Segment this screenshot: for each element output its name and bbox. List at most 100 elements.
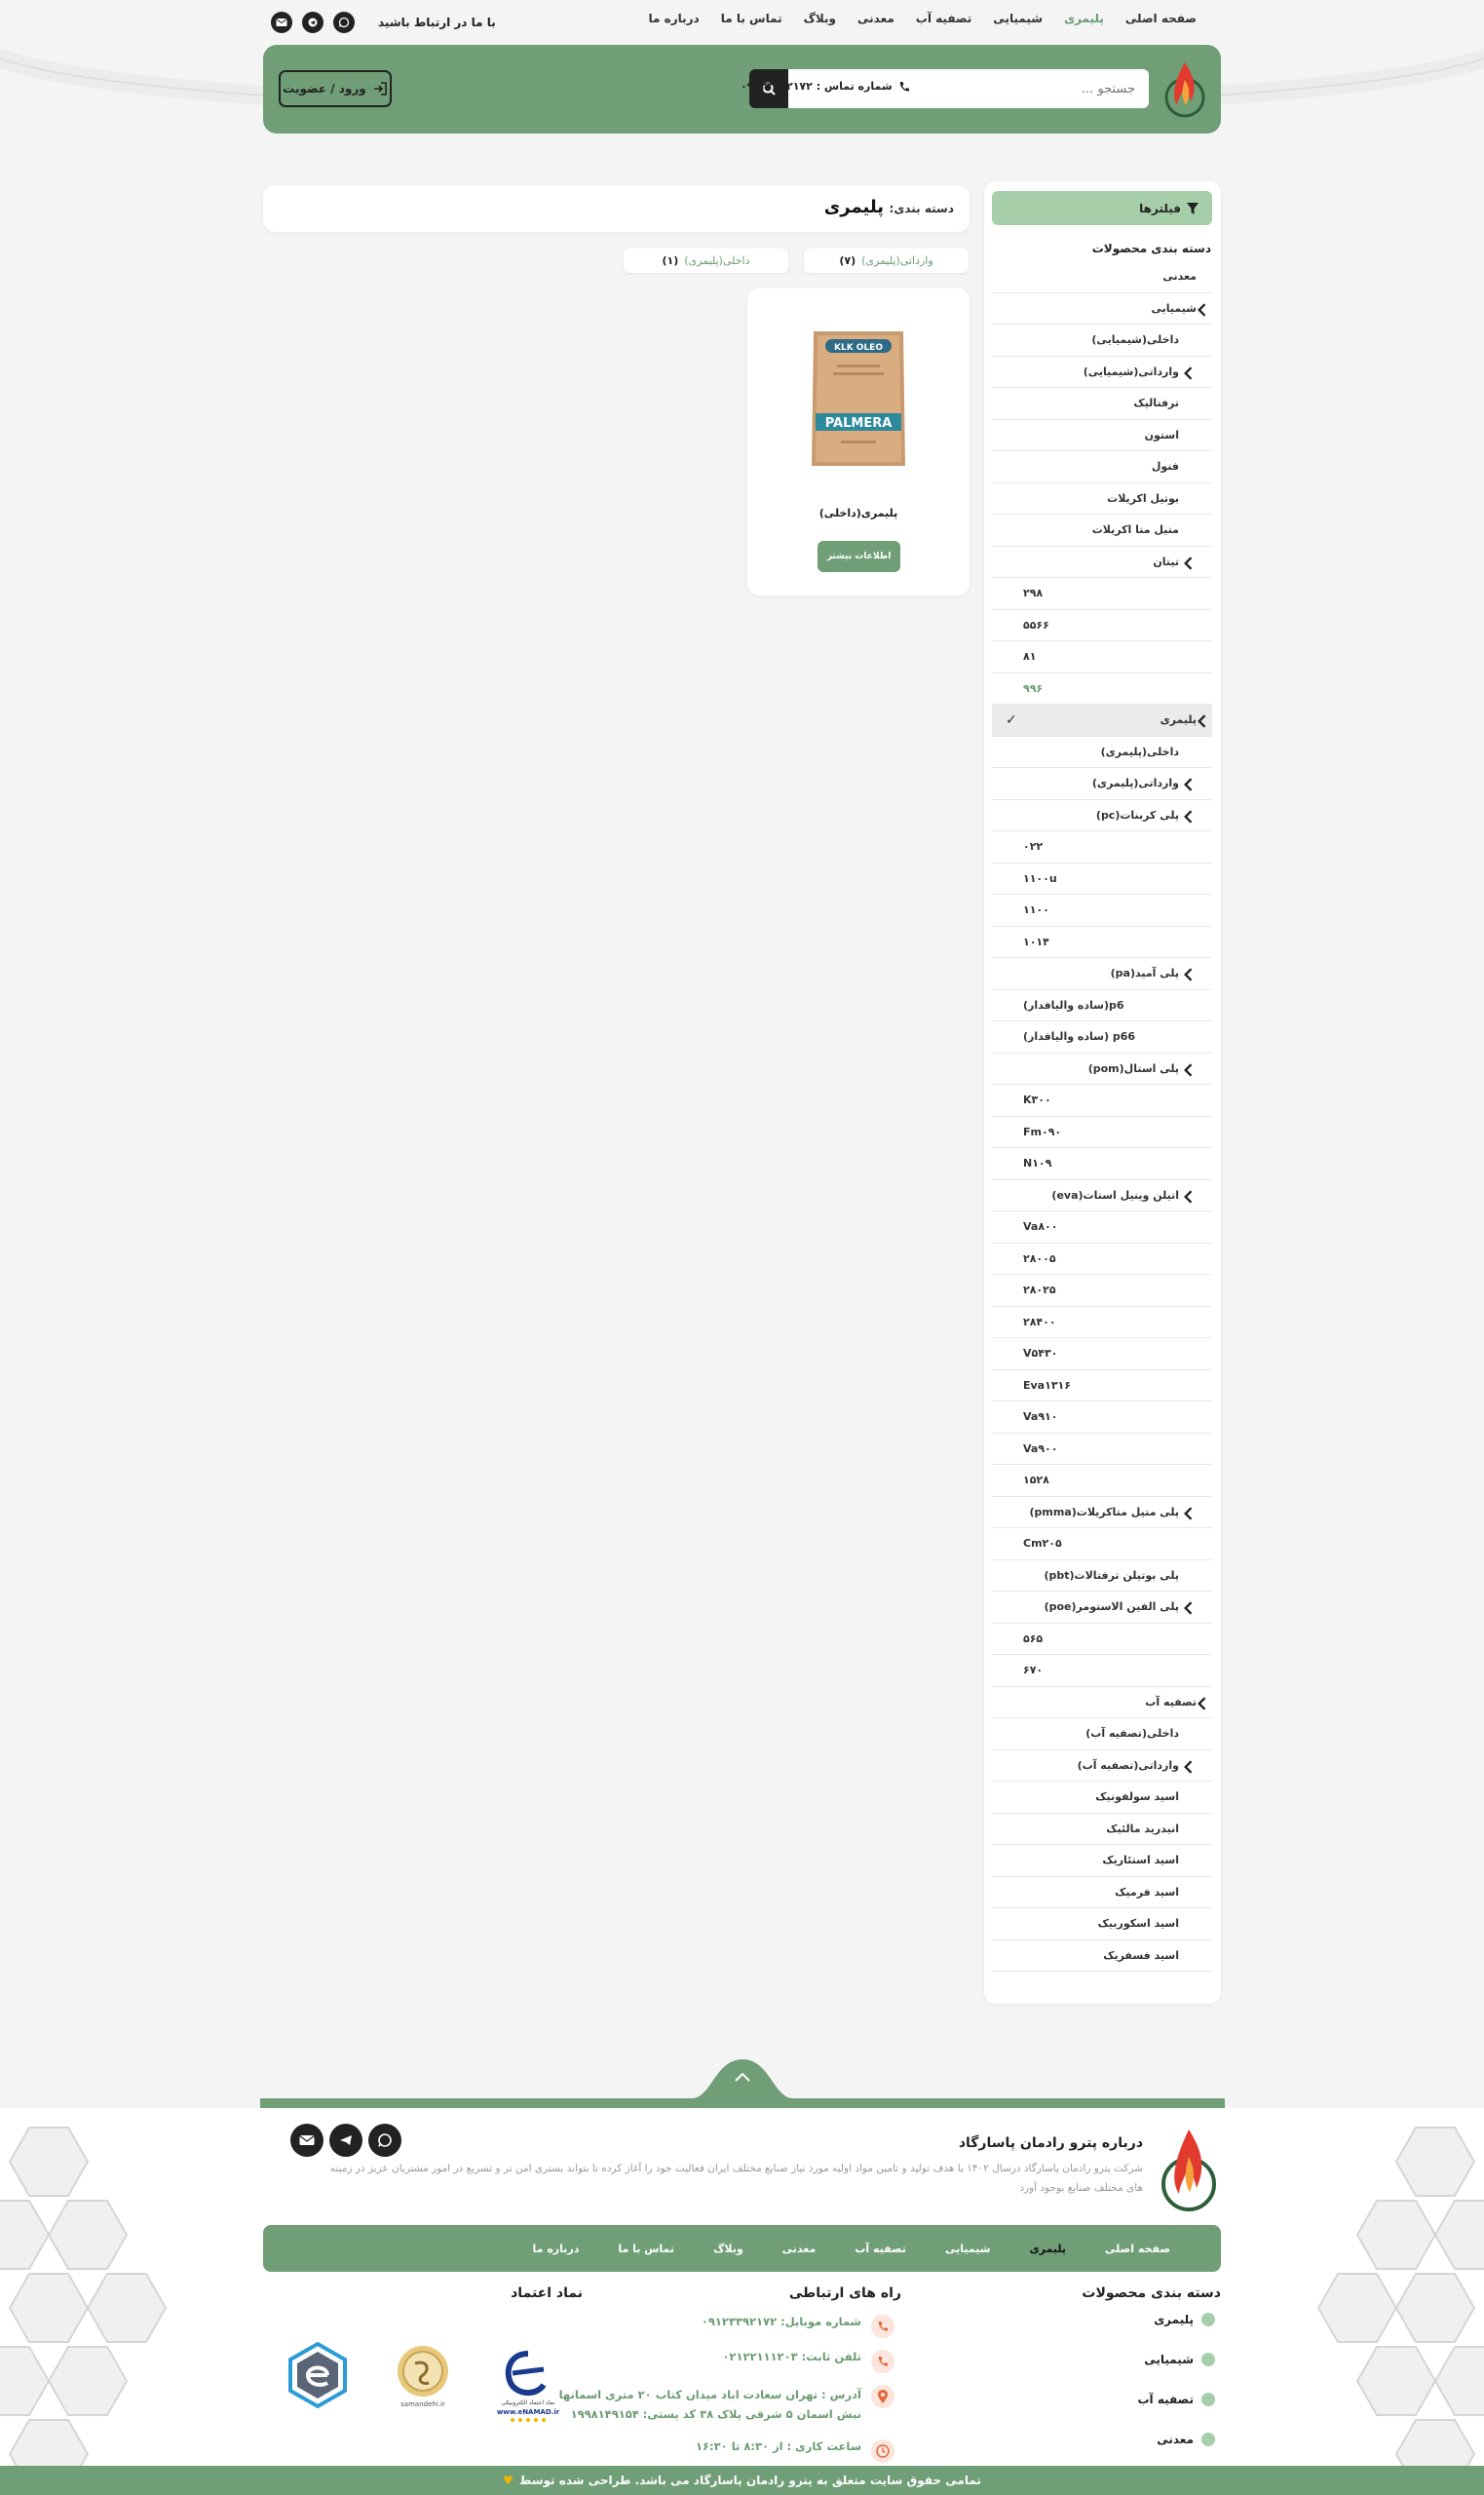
- category-item[interactable]: ۱۰۱۴: [992, 927, 1212, 958]
- footer-landline[interactable]: تلفن ثابت: ۰۲۱۲۲۱۱۱۲۰۳: [722, 2350, 894, 2373]
- footer-cat-water[interactable]: تصفیه آب: [1138, 2393, 1215, 2406]
- category-item[interactable]: Cm۲۰۵: [992, 1528, 1212, 1560]
- login-button[interactable]: ورود / عضویت: [279, 70, 392, 107]
- whatsapp-icon[interactable]: [368, 2124, 401, 2157]
- category-item[interactable]: K۳۰۰: [992, 1085, 1212, 1117]
- chevron-icon[interactable]: [1183, 1759, 1193, 1774]
- category-item[interactable]: Fm۰۹۰: [992, 1117, 1212, 1148]
- chevron-icon[interactable]: [1183, 365, 1193, 380]
- more-info-button[interactable]: اطلاعات بیشتر: [818, 541, 900, 572]
- chevron-icon[interactable]: [1183, 1062, 1193, 1077]
- subtab-imported-polymer[interactable]: وارداتی(پلیمری) (۷): [804, 249, 969, 273]
- nav-polymer[interactable]: پلیمری: [1064, 12, 1104, 25]
- category-item[interactable]: ۲۸۰۰۵: [992, 1244, 1212, 1275]
- chevron-icon[interactable]: [1183, 1601, 1193, 1615]
- telegram-icon[interactable]: [302, 12, 323, 33]
- category-item[interactable]: پلی بوتیلن ترفتالات(pbt): [992, 1560, 1212, 1592]
- category-item[interactable]: ۱۱۰۰: [992, 895, 1212, 927]
- nav-chemical[interactable]: شیمیایی: [993, 12, 1043, 25]
- category-item[interactable]: تصفیه آب: [992, 1687, 1212, 1718]
- category-item[interactable]: Va۹۰۰: [992, 1434, 1212, 1465]
- footer-nav-contact[interactable]: تماس با ما: [618, 2243, 674, 2255]
- chevron-icon[interactable]: [1183, 778, 1193, 791]
- category-item[interactable]: ۶۷۰: [992, 1655, 1212, 1687]
- category-item[interactable]: Va۸۰۰: [992, 1211, 1212, 1244]
- category-item[interactable]: اسید فسفریک: [992, 1940, 1212, 1972]
- product-card[interactable]: KLK OLEO PALMERA پلیمری(داخلی) اطلاعات ب…: [747, 288, 970, 595]
- footer-nav-water[interactable]: تصفیه آب: [855, 2243, 906, 2255]
- chevron-icon[interactable]: [1197, 302, 1206, 317]
- category-item[interactable]: ۸۱: [992, 641, 1212, 673]
- product-title[interactable]: پلیمری(داخلی): [747, 507, 970, 519]
- chevron-icon[interactable]: [1197, 714, 1206, 728]
- category-item[interactable]: شیمیایی: [992, 293, 1212, 325]
- e-trust-badge[interactable]: [283, 2340, 353, 2424]
- footer-nav-home[interactable]: صفحه اصلی: [1105, 2243, 1170, 2255]
- category-item[interactable]: ۲۹۸: [992, 578, 1212, 610]
- category-item[interactable]: ۱۱۰۰u: [992, 864, 1212, 895]
- category-item[interactable]: اتیلن وینیل استات(eva): [992, 1180, 1212, 1211]
- product-image[interactable]: KLK OLEO PALMERA: [808, 326, 909, 472]
- category-item[interactable]: اسید سولفونیک: [992, 1782, 1212, 1814]
- category-item[interactable]: V۵۴۳۰: [992, 1338, 1212, 1370]
- enamad-badge[interactable]: نماد اعتماد الکترونیکی www.eNAMAD.ir: [493, 2340, 563, 2424]
- category-item[interactable]: Eva۱۳۱۶: [992, 1370, 1212, 1401]
- footer-nav-mineral[interactable]: معدنی: [782, 2243, 817, 2255]
- footer-mobile[interactable]: شماره موبایل: ۰۹۱۲۳۳۹۲۱۷۲: [702, 2315, 894, 2338]
- footer-nav-about[interactable]: درباره ما: [533, 2243, 580, 2255]
- chevron-icon[interactable]: [1183, 1506, 1193, 1520]
- category-item[interactable]: وارداتی(تصفیه آب): [992, 1750, 1212, 1782]
- category-item[interactable]: ۱۵۲۸: [992, 1465, 1212, 1497]
- category-item[interactable]: اسید اسکوربیک: [992, 1908, 1212, 1940]
- category-item[interactable]: ۲۸۰۲۵: [992, 1275, 1212, 1307]
- chevron-icon[interactable]: [1183, 968, 1193, 981]
- chevron-icon[interactable]: [1183, 556, 1193, 570]
- category-item[interactable]: p66 (ساده والیافدار): [992, 1021, 1212, 1054]
- subtab-domestic-polymer[interactable]: داخلی(پلیمری) (۱): [624, 249, 788, 273]
- category-item[interactable]: پلی کربنات(pc): [992, 800, 1212, 831]
- chevron-icon[interactable]: [1197, 1696, 1206, 1710]
- category-item[interactable]: داخلی(پلیمری): [992, 737, 1212, 768]
- category-item[interactable]: اسید استئاریک: [992, 1845, 1212, 1877]
- footer-nav-blog[interactable]: وبلاگ: [713, 2243, 743, 2255]
- nav-blog[interactable]: وبلاگ: [804, 12, 836, 25]
- filters-header[interactable]: فیلترها: [992, 191, 1212, 225]
- category-item[interactable]: پلی الفین الاستومر(poe): [992, 1592, 1212, 1624]
- nav-about[interactable]: درباره ما: [649, 12, 700, 25]
- footer-cat-polymer[interactable]: پلیمری: [1154, 2313, 1215, 2326]
- nav-home[interactable]: صفحه اصلی: [1125, 12, 1197, 25]
- category-item[interactable]: داخلی(تصفیه آب): [992, 1718, 1212, 1750]
- chevron-icon[interactable]: [1183, 1189, 1193, 1204]
- nav-contact[interactable]: تماس با ما: [721, 12, 782, 25]
- samandehi-badge[interactable]: samandehi.ir: [388, 2340, 458, 2424]
- category-item[interactable]: پلی آمید(pa): [992, 958, 1212, 990]
- whatsapp-icon[interactable]: [333, 12, 355, 33]
- category-item[interactable]: تیتان: [992, 547, 1212, 578]
- category-item[interactable]: ۵۶۵: [992, 1624, 1212, 1655]
- category-item[interactable]: بوتیل اکریلات: [992, 483, 1212, 515]
- footer-nav-chemical[interactable]: شیمیایی: [945, 2243, 991, 2255]
- category-item[interactable]: Va۹۱۰: [992, 1401, 1212, 1434]
- category-item[interactable]: اسید فرمیک: [992, 1877, 1212, 1908]
- footer-cat-mineral[interactable]: معدنی: [1157, 2433, 1215, 2446]
- category-item[interactable]: ترفتالیک: [992, 388, 1212, 420]
- category-item[interactable]: معدنی: [992, 261, 1212, 293]
- category-item[interactable]: ۹۹۶: [992, 673, 1212, 705]
- chevron-icon[interactable]: [1183, 809, 1193, 824]
- nav-mineral[interactable]: معدنی: [857, 12, 894, 25]
- footer-cat-chemical[interactable]: شیمیایی: [1144, 2353, 1215, 2366]
- category-item[interactable]: داخلی(شیمیایی): [992, 325, 1212, 357]
- category-item[interactable]: انیدرید مالئیک: [992, 1814, 1212, 1845]
- category-item[interactable]: ۵۵۶۶: [992, 610, 1212, 641]
- category-item[interactable]: پلی متیل متاکریلات(pmma): [992, 1497, 1212, 1528]
- category-item[interactable]: متیل متا اکریلات: [992, 515, 1212, 547]
- category-item[interactable]: N۱۰۹: [992, 1148, 1212, 1180]
- category-item[interactable]: فنول: [992, 451, 1212, 483]
- category-item[interactable]: وارداتی(شیمیایی): [992, 357, 1212, 388]
- category-item[interactable]: ۰۲۲: [992, 831, 1212, 864]
- category-item[interactable]: ۲۸۴۰۰: [992, 1307, 1212, 1338]
- scroll-to-top-button[interactable]: [692, 2052, 793, 2098]
- nav-water[interactable]: تصفیه آب: [916, 12, 972, 25]
- email-icon[interactable]: [271, 12, 292, 33]
- footer-nav-polymer[interactable]: پلیمری: [1030, 2243, 1066, 2255]
